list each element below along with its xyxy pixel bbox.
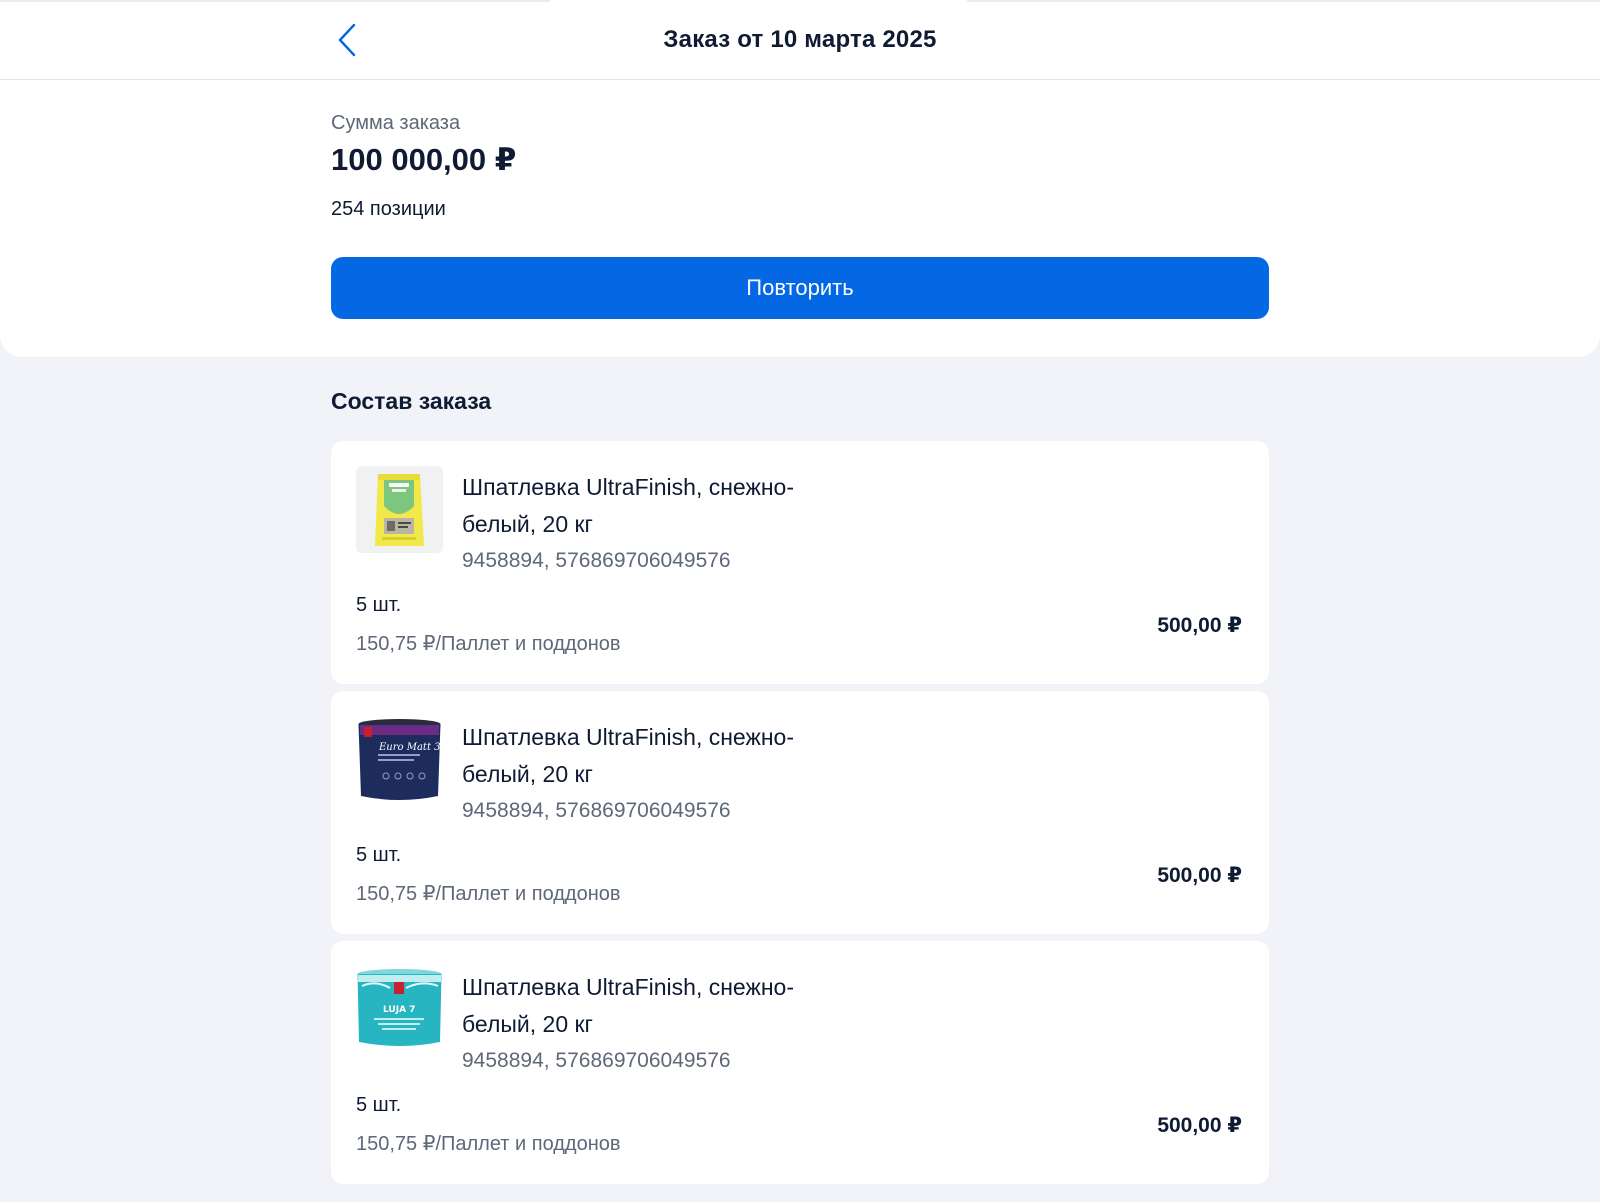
order-summary-card: Сумма заказа 100 000,00 ₽ 254 позиции По…: [0, 80, 1600, 357]
order-item-card[interactable]: LUJA 7 Шпатлевка UltraFinish, снежно-бел…: [331, 941, 1269, 1184]
order-sum-value: 100 000,00 ₽: [331, 142, 517, 177]
product-unit-price: 150,75 ₽/Паллет и поддонов: [356, 1133, 621, 1155]
order-item-card[interactable]: Шпатлевка UltraFinish, снежно-белый, 20 …: [331, 441, 1269, 684]
topbar-edge-left: [0, 0, 550, 2]
product-total-price: 500,00 ₽: [1157, 864, 1242, 887]
product-image-euro-matt: Euro Matt 3: [356, 716, 443, 803]
product-quantity: 5 шт.: [356, 1094, 402, 1116]
product-unit-price: 150,75 ₽/Паллет и поддонов: [356, 633, 621, 655]
product-name: Шпатлевка UltraFinish, снежно-белый, 20 …: [462, 724, 794, 787]
product-total-price: 500,00 ₽: [1157, 614, 1242, 637]
order-sum-label: Сумма заказа: [331, 112, 461, 134]
product-quantity: 5 шт.: [356, 844, 402, 866]
product-codes: 9458894, 576869706049576: [462, 799, 731, 822]
product-total-price: 500,00 ₽: [1157, 1114, 1242, 1137]
top-bar: Заказ от 10 марта 2025: [0, 0, 1600, 80]
product-unit-price: 150,75 ₽/Паллет и поддонов: [356, 883, 621, 905]
order-items-title: Состав заказа: [331, 388, 492, 414]
repeat-order-button[interactable]: Повторить: [331, 257, 1269, 319]
euro-matt-label: Euro Matt 3: [378, 742, 441, 753]
product-name: Шпатлевка UltraFinish, снежно-белый, 20 …: [462, 974, 794, 1037]
page-title: Заказ от 10 марта 2025: [663, 26, 937, 53]
order-item-card[interactable]: Euro Matt 3 Шпатлевка UltraFinish, снежн…: [331, 691, 1269, 934]
positions-count: 254 позиции: [331, 198, 446, 220]
product-image-vetonit: [356, 466, 443, 553]
product-name: Шпатлевка UltraFinish, снежно-белый, 20 …: [462, 474, 794, 537]
topbar-edge-right: [967, 0, 1600, 2]
product-image-luja: LUJA 7: [356, 966, 443, 1053]
product-codes: 9458894, 576869706049576: [462, 1049, 731, 1072]
product-codes: 9458894, 576869706049576: [462, 549, 731, 572]
luja-label: LUJA 7: [383, 1005, 415, 1015]
product-quantity: 5 шт.: [356, 594, 402, 616]
